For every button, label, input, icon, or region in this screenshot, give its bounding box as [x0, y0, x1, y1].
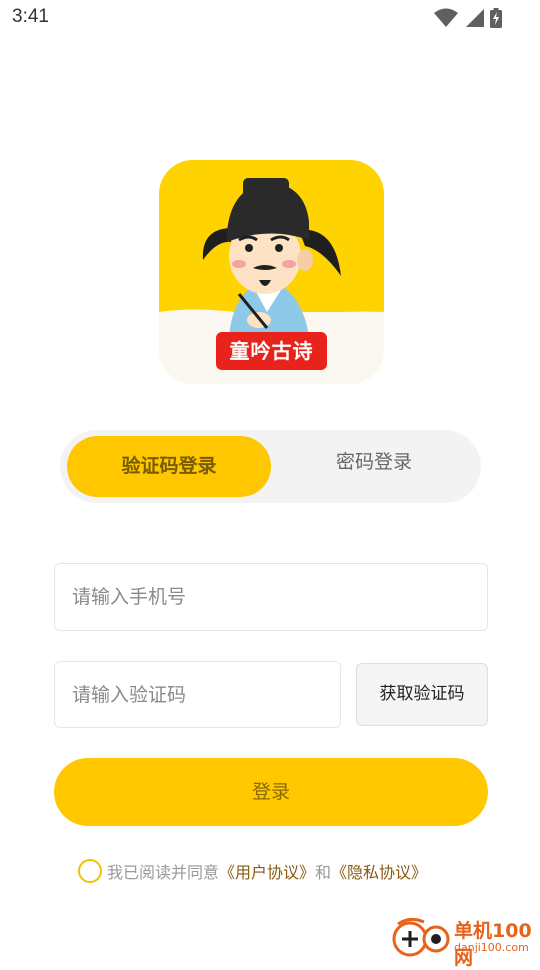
verification-code-input[interactable]: 请输入验证码	[54, 661, 341, 728]
status-icons	[434, 8, 502, 28]
signal-icon	[466, 9, 484, 27]
user-agreement-link[interactable]: 《用户协议》	[219, 859, 315, 883]
watermark-logo-icon	[392, 917, 450, 957]
watermark: 单机100网 danji100.com	[390, 914, 540, 969]
logo-badge: 童吟古诗	[216, 332, 327, 370]
get-code-button[interactable]: 获取验证码	[356, 663, 488, 726]
login-tabs: 验证码登录 密码登录	[60, 430, 481, 503]
tab-password-login[interactable]: 密码登录	[272, 436, 476, 497]
phone-input[interactable]: 请输入手机号	[54, 563, 488, 631]
code-input-placeholder: 请输入验证码	[72, 684, 187, 706]
privacy-agreement-link[interactable]: 《隐私协议》	[331, 859, 427, 883]
agreement-row: 我已阅读并同意 《用户协议》 和 《隐私协议》	[78, 857, 427, 885]
status-time: 3:41	[12, 6, 49, 27]
agreement-conjunction: 和	[315, 863, 332, 882]
tab-code-login[interactable]: 验证码登录	[67, 436, 271, 497]
app-logo: 童吟古诗	[159, 160, 384, 384]
status-bar: 3:41	[0, 0, 540, 36]
login-button[interactable]: 登录	[54, 758, 488, 826]
agree-checkbox[interactable]	[78, 859, 102, 883]
watermark-url: danji100.com	[454, 941, 529, 954]
agreement-prefix: 我已阅读并同意	[107, 863, 220, 882]
phone-input-placeholder: 请输入手机号	[72, 586, 187, 608]
battery-charging-icon	[490, 8, 502, 28]
wifi-icon	[434, 8, 458, 27]
